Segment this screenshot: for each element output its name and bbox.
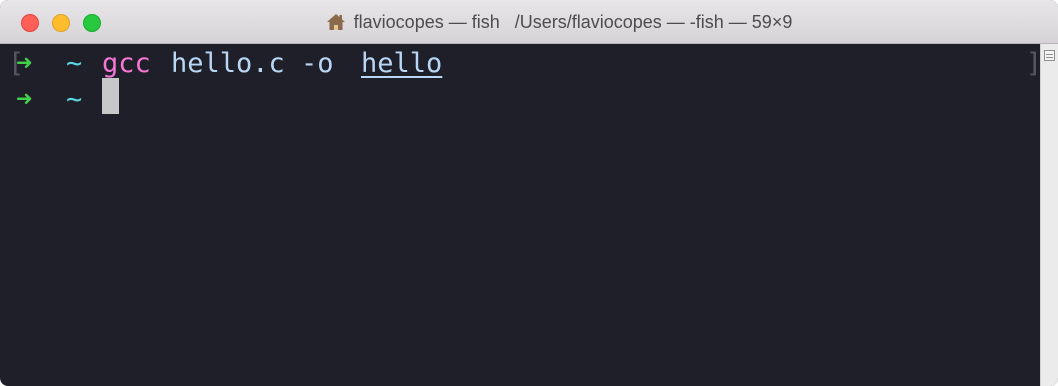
command-output-path: hello — [361, 48, 443, 79]
prompt-arrow: ➜ — [16, 48, 33, 79]
window-title: flaviocopes — fish /Users/flaviocopes — … — [0, 0, 1058, 44]
prompt-directory: ~ — [66, 48, 83, 79]
terminal-line: ➜ ~ gcc hello.c -o hello — [8, 46, 442, 82]
terminal-line: ➜ ~ — [8, 82, 106, 118]
title-bar[interactable]: flaviocopes — fish /Users/flaviocopes — … — [0, 0, 1058, 44]
prompt-arrow: ➜ — [16, 84, 33, 115]
terminal-output[interactable]: [ ➜ ~ gcc hello.c -o hello ➜ ~ ] — [8, 44, 1042, 386]
prompt-directory: ~ — [66, 84, 83, 115]
terminal-window: flaviocopes — fish /Users/flaviocopes — … — [0, 0, 1058, 386]
window-title-text: flaviocopes — fish /Users/flaviocopes — … — [353, 11, 793, 32]
home-icon — [326, 13, 346, 31]
command-name: gcc — [102, 48, 151, 79]
command-args: hello.c -o — [171, 48, 334, 79]
scrollbar[interactable] — [1040, 44, 1058, 386]
text-cursor — [102, 78, 119, 114]
scrollbar-toggle-icon[interactable] — [1044, 50, 1055, 61]
